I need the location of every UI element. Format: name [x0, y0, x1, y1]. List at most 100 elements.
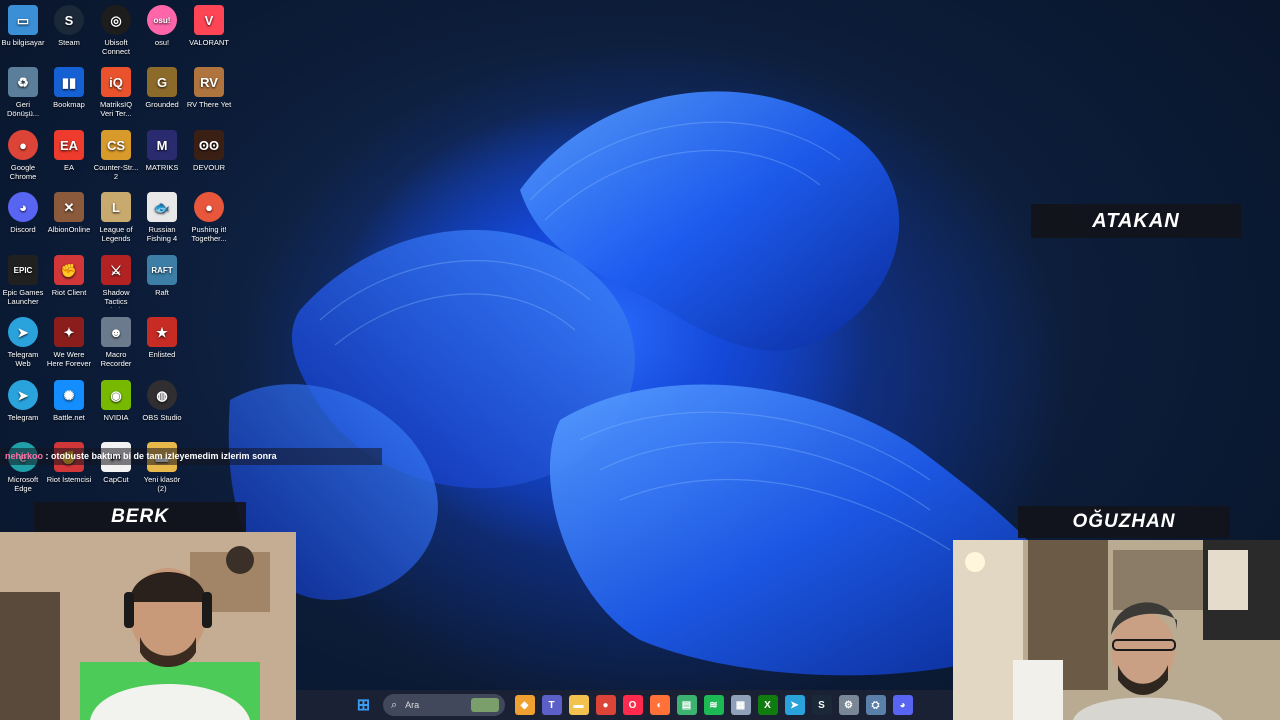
- desktop-icon-rv-there-yet[interactable]: RV RV There Yet: [186, 67, 232, 109]
- desktop-icon-label: Pushing it! Together...: [191, 225, 227, 243]
- desktop-icon-raft[interactable]: RAFT Raft: [139, 255, 185, 297]
- taskbar-copilot-icon[interactable]: ◆: [514, 695, 535, 715]
- desktop-icon-label: Epic Games Launcher: [2, 288, 44, 306]
- desktop-icon-label: Geri Dönüşü...: [6, 100, 40, 118]
- desktop-icon-label: Steam: [58, 38, 80, 47]
- search-placeholder: Ara: [405, 700, 420, 710]
- desktop-icon-monitor[interactable]: ▭ Bu bilgisayar: [0, 5, 46, 47]
- desktop-icon-ubisoft[interactable]: ◎ Ubisoft Connect: [93, 5, 139, 56]
- we-were-here-icon: ✦: [54, 317, 84, 347]
- desktop-icon-pushing-it-together[interactable]: ● Pushing it! Together...: [186, 192, 232, 243]
- nameplate-berk: BERK: [34, 502, 246, 532]
- taskbar-xbox-icon[interactable]: X: [757, 695, 778, 715]
- nameplate-atakan: ATAKAN: [1031, 204, 1241, 238]
- desktop-icon-osu[interactable]: osu! osu!: [139, 5, 185, 47]
- desktop-icon-valorant[interactable]: V VALORANT: [186, 5, 232, 47]
- desktop-icon-label: osu!: [154, 38, 170, 47]
- albion-online-icon: ✕: [54, 192, 84, 222]
- desktop-icon-bookmap[interactable]: ▮▮ Bookmap: [46, 67, 92, 109]
- desktop-icon-label: League of Legends: [99, 225, 133, 243]
- telegram-icon: ➤: [8, 380, 38, 410]
- taskbar: ⊞ ⌕ Ara ◆ T ▬ ● O ◐ ▤ ≋ ▦ X ➤ S ⚙ ⛭ ◕: [296, 690, 953, 720]
- chat-message-text: : otobuste baktım bi de tam izleyemedim …: [43, 451, 277, 461]
- taskbar-discord-icon[interactable]: ◕: [892, 695, 913, 715]
- epic-games-icon: EPIC: [8, 255, 38, 285]
- taskbar-network-icon[interactable]: ⛭: [865, 695, 886, 715]
- desktop-icon-label: NVIDIA: [103, 413, 129, 422]
- desktop-icon-we-were-here[interactable]: ✦ We Were Here Forever: [46, 317, 92, 368]
- desktop-icon-label: Enlisted: [148, 350, 176, 359]
- desktop-icon-label: Counter-Str... 2: [93, 163, 139, 181]
- taskbar-steam-icon[interactable]: S: [811, 695, 832, 715]
- desktop-icon-matriks[interactable]: M MATRIKS: [139, 130, 185, 172]
- rv-there-yet-icon: RV: [194, 67, 224, 97]
- obs-studio-icon: ◍: [147, 380, 177, 410]
- taskbar-teams-icon[interactable]: T: [541, 695, 562, 715]
- desktop-icon-label: VALORANT: [189, 38, 229, 47]
- desktop-icon-telegram[interactable]: ➤ Telegram: [0, 380, 46, 422]
- desktop-icon-albion-online[interactable]: ✕ AlbionOnline: [46, 192, 92, 234]
- desktop-icon-label: Riot Client: [51, 288, 87, 297]
- desktop-icon-recycle-bin[interactable]: ♻ Geri Dönüşü...: [0, 67, 46, 118]
- desktop-icon-label: AlbionOnline: [47, 225, 91, 234]
- taskbar-task-view-icon[interactable]: ▦: [730, 695, 751, 715]
- desktop-icon-battlenet[interactable]: ✺ Battle.net: [46, 380, 92, 422]
- taskbar-chrome-icon[interactable]: ●: [595, 695, 616, 715]
- matriksiq-icon: iQ: [101, 67, 131, 97]
- monitor-icon: ▭: [8, 5, 38, 35]
- desktop-icon-enlisted[interactable]: ★ Enlisted: [139, 317, 185, 359]
- taskbar-telegram-icon[interactable]: ➤: [784, 695, 805, 715]
- desktop-icon-nvidia[interactable]: ◉ NVIDIA: [93, 380, 139, 422]
- shadow-tactics-icon: ⚔: [101, 255, 131, 285]
- desktop-icon-label: Discord: [10, 225, 36, 234]
- desktop-icon-obs-studio[interactable]: ◍ OBS Studio: [139, 380, 185, 422]
- grounded-icon: G: [147, 67, 177, 97]
- desktop-icon-steam[interactable]: S Steam: [46, 5, 92, 47]
- taskbar-notepad-icon[interactable]: ▤: [676, 695, 697, 715]
- taskbar-opera-gx-icon[interactable]: O: [622, 695, 643, 715]
- chat-username: nehirkoo: [5, 451, 44, 461]
- webcam-berk-feed: [0, 532, 296, 720]
- desktop-icon-label: Shadow Tactics Blad...: [102, 288, 130, 308]
- steam-icon: S: [54, 5, 84, 35]
- desktop-icon-label: Russian Fishing 4: [146, 225, 178, 243]
- desktop-icon-russian-fishing[interactable]: 🐟 Russian Fishing 4: [139, 192, 185, 243]
- desktop-icon-label: CapCut: [103, 475, 129, 484]
- desktop-icon-matriksiq[interactable]: iQ MatriksIQ Veri Ter...: [93, 67, 139, 118]
- desktop-icon-epic-games[interactable]: EPIC Epic Games Launcher: [0, 255, 46, 306]
- bookmap-icon: ▮▮: [54, 67, 84, 97]
- desktop-icon-counter-strike[interactable]: CS Counter-Str... 2: [93, 130, 139, 181]
- taskbar-firefox-icon[interactable]: ◐: [649, 695, 670, 715]
- counter-strike-icon: CS: [101, 130, 131, 160]
- desktop-icon-telegram-web[interactable]: ➤ Telegram Web: [0, 317, 46, 368]
- taskbar-search-box[interactable]: ⌕ Ara: [383, 694, 505, 716]
- ubisoft-icon: ◎: [101, 5, 131, 35]
- desktop-icon-grounded[interactable]: G Grounded: [139, 67, 185, 109]
- desktop-icon-label: MATRIKS: [145, 163, 179, 172]
- search-icon: ⌕: [391, 698, 398, 711]
- desktop-icon-macro-recorder[interactable]: ☻ Macro Recorder: [93, 317, 139, 368]
- raft-icon: RAFT: [147, 255, 177, 285]
- taskbar-file-explorer-icon[interactable]: ▬: [568, 695, 589, 715]
- desktop-icon-label: Bu bilgisayar: [1, 38, 45, 47]
- desktop-icon-shadow-tactics[interactable]: ⚔ Shadow Tactics Blad...: [93, 255, 139, 308]
- league-of-legends-icon: L: [101, 192, 131, 222]
- chat-message-overlay: nehirkoo : otobuste baktım bi de tam izl…: [0, 448, 382, 465]
- discord-icon: ◕: [8, 192, 38, 222]
- start-windows-icon[interactable]: ⊞: [354, 695, 374, 715]
- desktop-icon-league-of-legends[interactable]: L League of Legends: [93, 192, 139, 243]
- desktop-icon-ea[interactable]: EA EA: [46, 130, 92, 172]
- devour-icon: ʘʘ: [194, 130, 224, 160]
- desktop-icon-riot-client[interactable]: ✊ Riot Client: [46, 255, 92, 297]
- valorant-icon: V: [194, 5, 224, 35]
- desktop-icon-devour[interactable]: ʘʘ DEVOUR: [186, 130, 232, 172]
- osu-icon: osu!: [147, 5, 177, 35]
- desktop-icon-discord[interactable]: ◕ Discord: [0, 192, 46, 234]
- desktop-icon-label: Battle.net: [53, 413, 85, 422]
- taskbar-spotify-icon[interactable]: ≋: [703, 695, 724, 715]
- taskbar-settings-icon[interactable]: ⚙: [838, 695, 859, 715]
- battlenet-icon: ✺: [54, 380, 84, 410]
- desktop-icon-label: Ubisoft Connect: [102, 38, 130, 56]
- desktop-icon-chrome[interactable]: ● Google Chrome: [0, 130, 46, 181]
- desktop-icon-label: EA: [63, 163, 74, 172]
